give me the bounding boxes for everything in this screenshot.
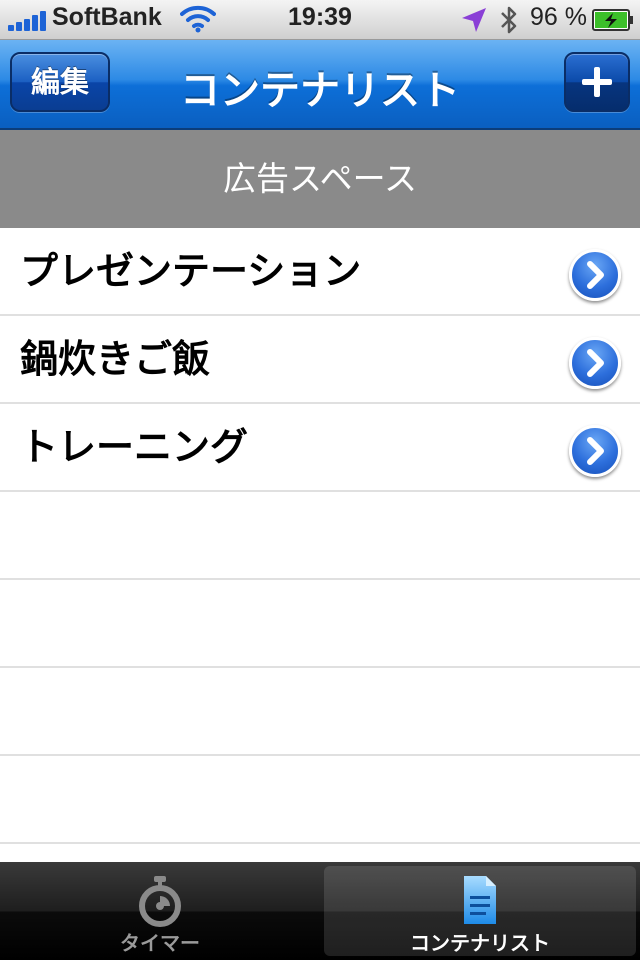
plus-icon <box>582 67 612 97</box>
detail-disclosure-button[interactable] <box>569 337 621 389</box>
chevron-right-icon <box>587 437 604 465</box>
tab-bar: タイマー コンテナリスト <box>0 862 640 960</box>
list-item[interactable]: トレーニング <box>0 404 640 492</box>
empty-row <box>0 756 640 844</box>
signal-strength-icon <box>8 11 48 31</box>
ad-banner: 広告スペース <box>0 130 640 228</box>
tab-timer[interactable]: タイマー <box>0 862 320 960</box>
detail-disclosure-button[interactable] <box>569 249 621 301</box>
battery-percent: 96 % <box>530 3 587 31</box>
navigation-bar: 編集 コンテナリスト <box>0 40 640 130</box>
document-icon <box>464 876 496 924</box>
wifi-icon <box>180 5 216 33</box>
list-item-label: 鍋炊きご飯 <box>20 337 211 381</box>
stopwatch-icon <box>139 876 181 927</box>
container-list: プレゼンテーション 鍋炊きご飯 トレーニング <box>0 228 640 844</box>
tab-label: コンテナリスト <box>410 931 550 955</box>
edit-button[interactable]: 編集 <box>10 52 110 112</box>
location-arrow-icon <box>462 8 486 32</box>
list-item-label: プレゼンテーション <box>20 249 362 293</box>
status-bar: SoftBank 19:39 96 % <box>0 0 640 40</box>
bluetooth-icon <box>501 6 517 34</box>
empty-row <box>0 492 640 580</box>
tab-label: タイマー <box>120 931 200 955</box>
chevron-right-icon <box>587 349 604 377</box>
detail-disclosure-button[interactable] <box>569 425 621 477</box>
carrier-name: SoftBank <box>52 3 162 31</box>
empty-row <box>0 580 640 668</box>
add-button[interactable] <box>564 52 630 112</box>
empty-row <box>0 668 640 756</box>
battery-charging-icon <box>592 9 633 31</box>
list-item[interactable]: プレゼンテーション <box>0 228 640 316</box>
list-item-label: トレーニング <box>20 425 249 469</box>
list-item[interactable]: 鍋炊きご飯 <box>0 316 640 404</box>
chevron-right-icon <box>587 261 604 289</box>
tab-container-list[interactable]: コンテナリスト <box>320 862 640 960</box>
